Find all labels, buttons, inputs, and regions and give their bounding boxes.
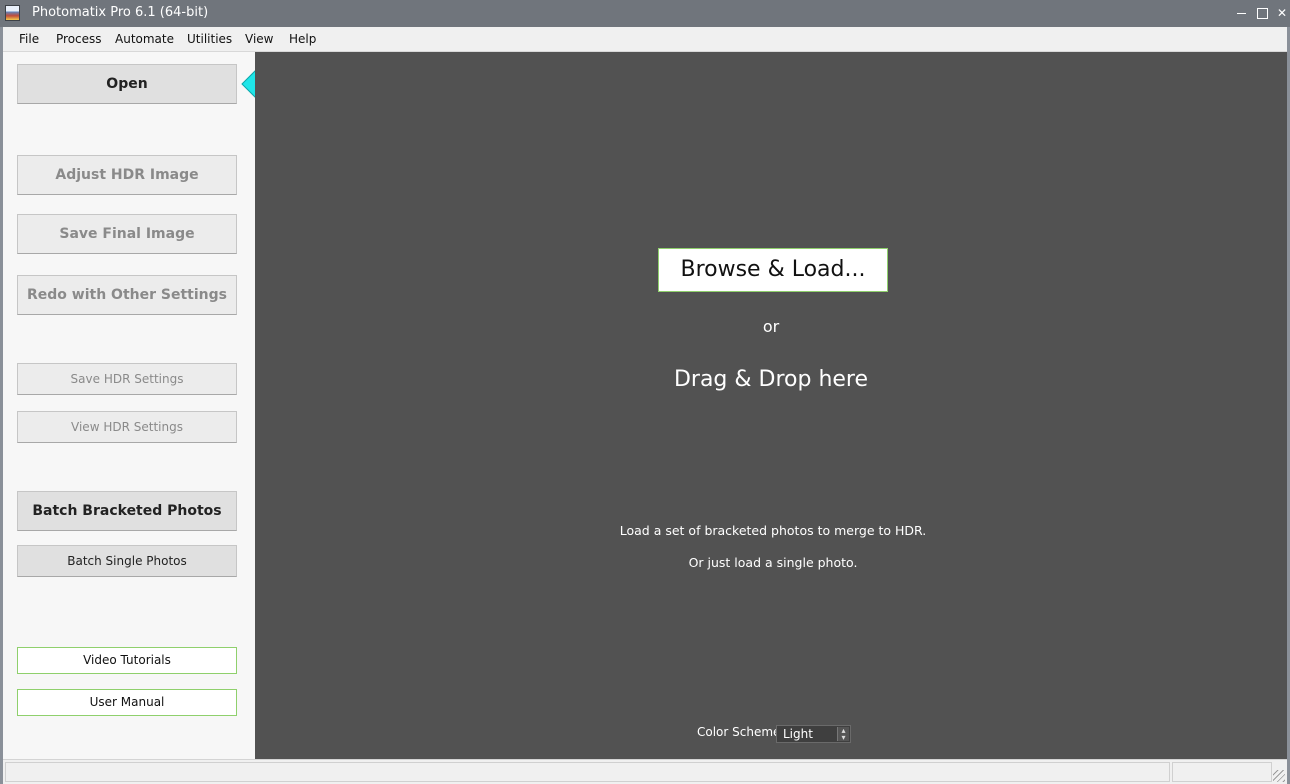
- open-button[interactable]: Open: [17, 64, 237, 104]
- status-bar: [3, 759, 1287, 784]
- batch-bracketed-photos-button[interactable]: Batch Bracketed Photos: [17, 491, 237, 531]
- window-title: Photomatix Pro 6.1 (64-bit): [32, 5, 209, 20]
- app-icon: [5, 5, 20, 21]
- video-tutorials-link[interactable]: Video Tutorials: [17, 647, 237, 674]
- menu-file[interactable]: File: [19, 32, 39, 46]
- adjust-hdr-image-button[interactable]: Adjust HDR Image: [17, 155, 237, 195]
- maximize-icon[interactable]: [1251, 3, 1273, 23]
- status-panel-main: [5, 762, 1170, 782]
- select-chevron-icon: ▴ ▾: [837, 727, 849, 742]
- resize-grip-icon[interactable]: [1273, 770, 1285, 782]
- batch-single-photos-button[interactable]: Batch Single Photos: [17, 545, 237, 577]
- drop-zone[interactable]: Browse & Load... or Drag & Drop here Loa…: [255, 52, 1287, 759]
- save-hdr-settings-button[interactable]: Save HDR Settings: [17, 363, 237, 395]
- minimize-icon[interactable]: [1230, 3, 1252, 23]
- redo-with-other-settings-button[interactable]: Redo with Other Settings: [17, 275, 237, 315]
- menu-help[interactable]: Help: [289, 32, 316, 46]
- menu-view[interactable]: View: [245, 32, 273, 46]
- menu-automate[interactable]: Automate: [115, 32, 174, 46]
- browse-load-button[interactable]: Browse & Load...: [658, 248, 888, 292]
- drag-drop-label: Drag & Drop here: [673, 367, 869, 392]
- close-icon[interactable]: [1271, 3, 1290, 23]
- color-scheme-label: Color Scheme:: [697, 725, 785, 739]
- save-final-image-button[interactable]: Save Final Image: [17, 214, 237, 254]
- color-scheme-select[interactable]: Light ▴ ▾: [776, 725, 851, 743]
- menu-bar: File Process Automate Utilities View Hel…: [3, 27, 1287, 52]
- menu-utilities[interactable]: Utilities: [187, 32, 232, 46]
- user-manual-link[interactable]: User Manual: [17, 689, 237, 716]
- menu-process[interactable]: Process: [56, 32, 102, 46]
- or-label: or: [762, 317, 780, 336]
- status-panel-secondary: [1172, 762, 1272, 782]
- hint-bracketed: Load a set of bracketed photos to merge …: [619, 523, 927, 538]
- title-bar[interactable]: Photomatix Pro 6.1 (64-bit): [0, 0, 1290, 27]
- color-scheme-value: Light: [783, 727, 813, 741]
- view-hdr-settings-button[interactable]: View HDR Settings: [17, 411, 237, 443]
- workflow-sidebar: Open Adjust HDR Image Save Final Image R…: [3, 52, 255, 759]
- hint-single: Or just load a single photo.: [688, 555, 858, 570]
- app-window: Photomatix Pro 6.1 (64-bit) File Process…: [0, 0, 1290, 784]
